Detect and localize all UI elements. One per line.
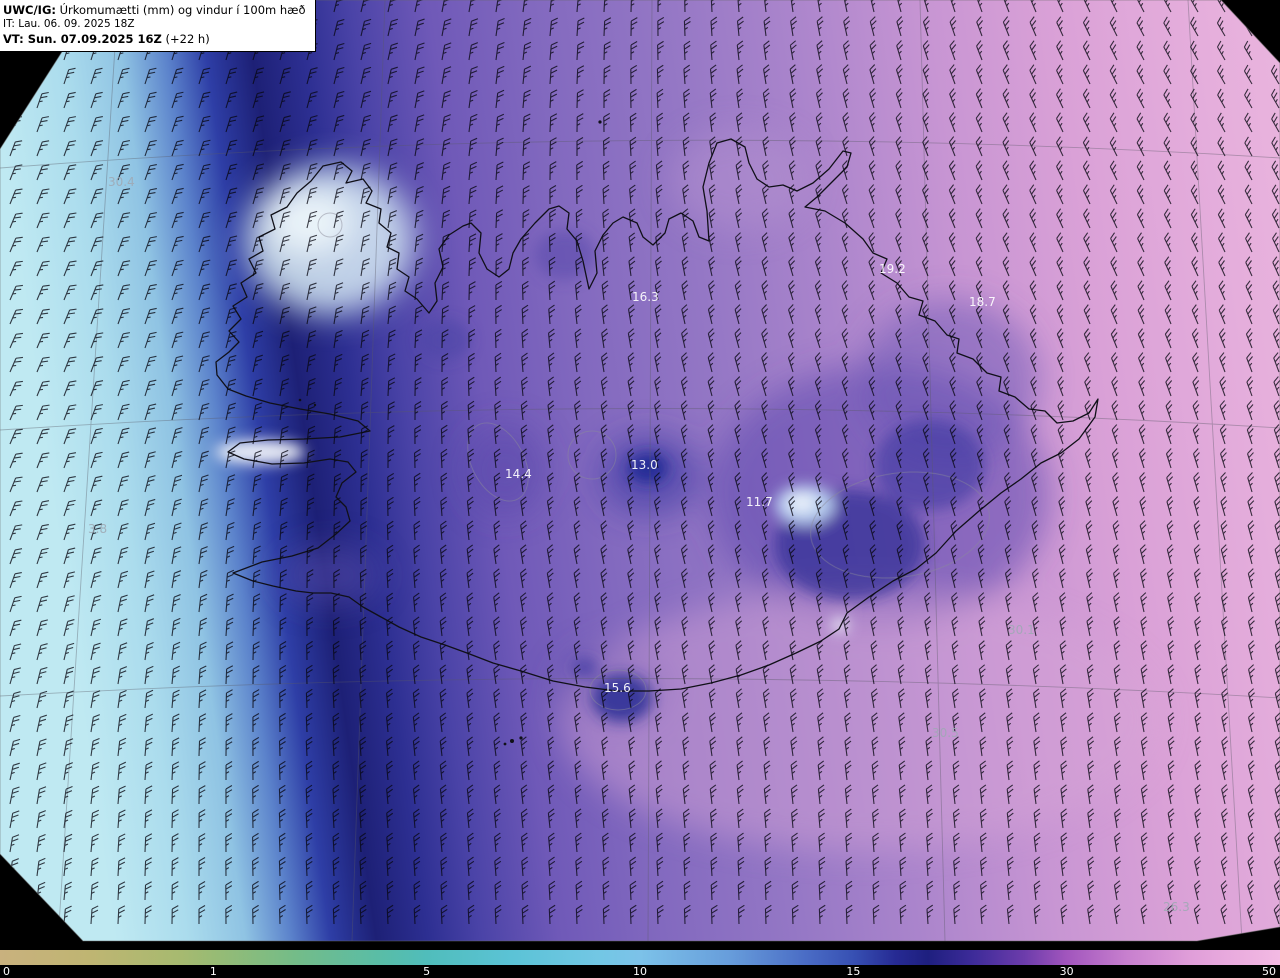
map-value-label: 13.0 xyxy=(631,458,658,472)
colorbar-ticks: 0 1 5 10 15 30 50 xyxy=(0,965,1280,978)
colorbar-tick: 15 xyxy=(846,965,861,978)
map-value-label: 16.3 xyxy=(632,290,659,304)
model-label: UWC/IG: xyxy=(3,3,56,17)
colorbar-tick: 1 xyxy=(209,965,217,978)
valid-time: VT: Sun. 07.09.2025 16Z xyxy=(3,31,162,46)
init-time: IT: Lau. 06. 09. 2025 18Z xyxy=(3,17,135,30)
title-box: UWC/IG: Úrkomumætti (mm) og vindur í 100… xyxy=(0,0,316,52)
map-value-label: 30.4 xyxy=(108,175,135,189)
weather-map-page: 30.4 16.3 19.2 18.7 14.4 13.0 11.7 15.6 30.5 30.1… xyxy=(0,0,1280,978)
map-value-label: 14.4 xyxy=(505,467,532,481)
map-title-line: UWC/IG: Úrkomumætti (mm) og vindur í 100… xyxy=(3,3,306,18)
map-title: Úrkomumætti (mm) og vindur í 100m hæð xyxy=(55,3,306,17)
map-value-label: 19.2 xyxy=(879,262,906,276)
map-domain-layer: 30.4 16.3 19.2 18.7 14.4 13.0 11.7 15.6 30.5 30.1… xyxy=(0,0,1280,941)
valid-offset: (+22 h) xyxy=(161,31,210,46)
colorbar-gradient xyxy=(0,950,1280,965)
colorbar-tick: 30 xyxy=(1059,965,1074,978)
map-canvas: 30.4 16.3 19.2 18.7 14.4 13.0 11.7 15.6 30.5 30.1… xyxy=(0,0,1280,948)
map-value-label: 15.6 xyxy=(604,681,631,695)
colorbar-tick: 5 xyxy=(423,965,431,978)
valid-time-line: VT: Sun. 07.09.2025 16Z (+22 h) xyxy=(3,32,306,47)
colorbar: 0 1 5 10 15 30 50 xyxy=(0,948,1280,978)
colorbar-tick: 50 xyxy=(1262,965,1276,978)
map-value-label: 11.7 xyxy=(746,495,773,509)
colorbar-tick: 10 xyxy=(633,965,647,978)
map-value-label: 30.1 xyxy=(1008,623,1035,637)
map-value-label: 30.5 xyxy=(932,726,959,740)
colorbar-tick: 0 xyxy=(3,965,10,978)
map-value-label: 3.8 xyxy=(88,522,107,536)
map-value-label: 26.3 xyxy=(1163,900,1190,914)
map-value-label: 18.7 xyxy=(969,295,996,309)
